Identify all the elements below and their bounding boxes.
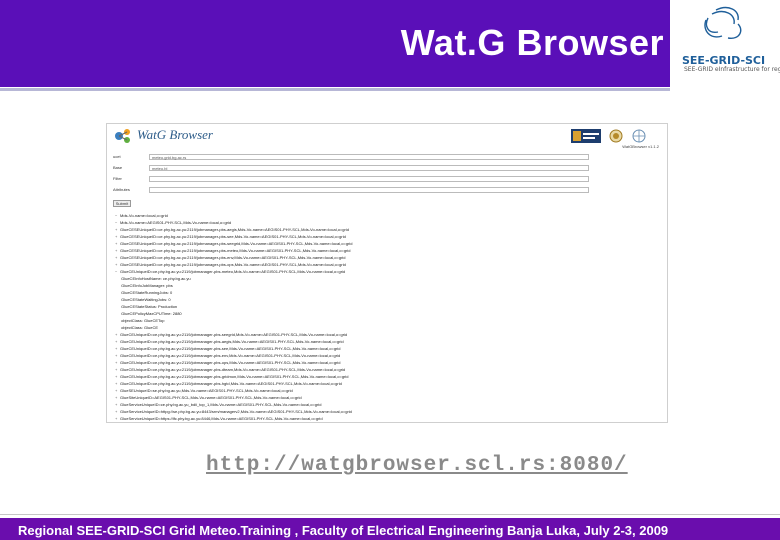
tree-node-label: GlueServiceUniqueID=https://lfc.phy.bg.a… (120, 416, 323, 421)
tree-node[interactable]: + GlueCEUniqueID=ce.phy.bg.ac.yu:2119/job… (115, 338, 660, 345)
tree-node[interactable]: GlueCEInfoHostName: ce.phy.bg.ac.yu (115, 275, 660, 282)
app-logo (113, 127, 133, 150)
tree-node[interactable]: + GlueCESEUniqueID=ce.phy.bg.ac.yu:2119/j… (115, 254, 660, 261)
tree-node-label: GlueCESEUniqueID=ce.phy.bg.ac.yu:2119/jo… (120, 234, 346, 239)
ucet-label: ucet (113, 154, 121, 159)
tree-node[interactable]: GlueCEStateStatus: Production (115, 303, 660, 310)
tree-node-label: GlueServiceUniqueID=ce.phy.bg.ac.yu_bdii… (120, 402, 322, 407)
logo-subtitle: SEE-GRID eInfrastructure for regional eS… (684, 66, 780, 73)
tree-node-label: objectClass: GlueCE (120, 325, 159, 330)
tree-node-label: GlueCEUniqueID=ce.phy.bg.ac.yu:2119/jobm… (120, 381, 342, 386)
banner-divider (0, 88, 670, 91)
tree-node[interactable]: + GlueCEUniqueID=ce.phy.bg.ac.yu:2119/job… (115, 380, 660, 387)
molecule-icon (115, 129, 130, 143)
footer-divider (0, 514, 780, 515)
tree-node-label: GlueCEStateWaitingJobs: 0 (120, 297, 171, 302)
tree-node[interactable]: GlueCEStateWaitingJobs: 0 (115, 296, 660, 303)
watg-url-link[interactable]: http://watgbrowser.scl.rs:8080/ (206, 454, 628, 477)
tree-node-label: GlueSiteUniqueID=AEGIS01-PHY-SCL,Mds-Vo-… (120, 395, 302, 400)
tree-node-label: GlueCESEUniqueID=ce.phy.bg.ac.yu:2119/jo… (120, 248, 351, 253)
tree-node-label: GlueCEStateStatus: Production (120, 304, 178, 309)
tree-node[interactable]: + GlueSEUniqueID=se.phy.bg.ac.yu,Mds-Vo-n… (115, 387, 660, 394)
tree-node[interactable]: − Mds-Vo-name=AEGIS01-PHY-SCL,Mds-Vo-name… (115, 219, 660, 226)
tree-node[interactable]: + GlueServiceUniqueID=https://lfc.phy.bg.… (115, 415, 660, 422)
tree-node-label: Mds-Vo-name=local,o=grid (120, 213, 168, 218)
tree-node[interactable]: + GlueCESEUniqueID=ce.phy.bg.ac.yu:2119/j… (115, 226, 660, 233)
tree-node[interactable]: − GlueCEUniqueID=ce.phy.bg.ac.yu:2119/job… (115, 268, 660, 275)
filter-label: Filter (113, 176, 122, 181)
ucet-input[interactable]: meteo.grid.bg.ac.rs (149, 154, 589, 160)
tree-node[interactable]: + GlueCESEUniqueID=ce.phy.bg.ac.yu:2119/j… (115, 247, 660, 254)
expand-icon[interactable]: + (115, 422, 120, 423)
tree-node[interactable]: +GlueServiceUniqueID=httpg://wms.phy.bg.… (115, 422, 660, 423)
tree-node[interactable]: + GlueCEUniqueID=ce.phy.bg.ac.yu:2119/job… (115, 345, 660, 352)
tree-node-label: objectClass: GlueCETop (120, 318, 165, 323)
tree-node[interactable]: + GlueServiceUniqueID=ce.phy.bg.ac.yu_bdi… (115, 401, 660, 408)
tree-node-label: GlueSEUniqueID=se.phy.bg.ac.yu,Mds-Vo-na… (120, 388, 293, 393)
app-header: WatG Browser WatGBrowser v1.1.2 (107, 124, 667, 150)
attributes-input[interactable] (149, 187, 589, 193)
base-input[interactable]: meteo.bl (149, 165, 589, 171)
app-screenshot: WatG Browser WatGBrowser v1.1.2 ucet met… (106, 123, 668, 423)
grid-globe-icon (632, 129, 646, 143)
tree-node-label: GlueCEUniqueID=ce.phy.bg.ac.yu:2119/jobm… (120, 339, 344, 344)
tree-node[interactable]: + GlueCEUniqueID=ce.phy.bg.ac.yu:2119/job… (115, 359, 660, 366)
institute-logo-icon (571, 129, 601, 143)
filter-input[interactable] (149, 176, 589, 182)
attributes-label: Attributes (113, 187, 130, 192)
tree-node-label: GlueCEInfoHostName: ce.phy.bg.ac.yu (120, 276, 191, 281)
tree-node[interactable]: + GlueServiceUniqueID=httpg://se.phy.bg.a… (115, 408, 660, 415)
base-label: Base (113, 165, 123, 170)
tree-node-label: GlueCEUniqueID=ce.phy.bg.ac.yu:2119/jobm… (120, 269, 346, 274)
tree-node-label: GlueCEUniqueID=ce.phy.bg.ac.yu:2119/jobm… (120, 353, 341, 358)
seal-icon (609, 129, 623, 143)
tree-node-label: GlueCEUniqueID=ce.phy.bg.ac.yu:2119/jobm… (120, 360, 341, 365)
tree-node[interactable]: objectClass: GlueCETop (115, 317, 660, 324)
app-title: WatG Browser (137, 127, 213, 142)
tree-node-label: GlueCESEUniqueID=ce.phy.bg.ac.yu:2119/jo… (120, 262, 346, 267)
tree-node-label: GlueCEPolicyMaxCPUTime: 2880 (120, 311, 182, 316)
partner-logo (571, 129, 601, 143)
tree-node-label: GlueCESEUniqueID=ce.phy.bg.ac.yu:2119/jo… (120, 241, 353, 246)
tree-node-label: GlueCESEUniqueID=ce.phy.bg.ac.yu:2119/jo… (120, 255, 346, 260)
tree-node[interactable]: + GlueCEUniqueID=ce.phy.bg.ac.yu:2119/job… (115, 352, 660, 359)
tree-node[interactable]: + GlueCEUniqueID=ce.phy.bg.ac.yu:2119/job… (115, 373, 660, 380)
tree-node-label: Mds-Vo-name=AEGIS01-PHY-SCL,Mds-Vo-name=… (120, 220, 232, 225)
submit-button[interactable]: Submit (113, 200, 131, 207)
tree-node[interactable]: GlueCEInfoJobManager: pbs (115, 282, 660, 289)
tree-node-label: GlueServiceUniqueID=httpg://se.phy.bg.ac… (120, 409, 352, 414)
tree-node[interactable]: − Mds-Vo-name=local,o=grid (115, 212, 660, 219)
slide-title: Wat.G Browser (400, 22, 664, 63)
tree-node[interactable]: + GlueSiteUniqueID=AEGIS01-PHY-SCL,Mds-Vo… (115, 394, 660, 401)
grid-logo (631, 129, 647, 143)
tree-node-label: GlueCEUniqueID=ce.phy.bg.ac.yu:2119/jobm… (120, 374, 349, 379)
tree-node[interactable]: GlueCEStateRunningJobs: 0 (115, 289, 660, 296)
footer-text: Regional SEE-GRID-SCI Grid Meteo.Trainin… (18, 523, 669, 538)
tree-node[interactable]: + GlueCEUniqueID=ce.phy.bg.ac.yu:2119/job… (115, 366, 660, 373)
tree-node-label: GlueCEUniqueID=ce.phy.bg.ac.yu:2119/jobm… (120, 346, 341, 351)
tree-node[interactable]: + GlueCESEUniqueID=ce.phy.bg.ac.yu:2119/j… (115, 261, 660, 268)
tree-node-label: GlueCEStateRunningJobs: 0 (120, 290, 173, 295)
tree-node[interactable]: + GlueCESEUniqueID=ce.phy.bg.ac.yu:2119/j… (115, 240, 660, 247)
tree-node[interactable]: GlueCEPolicyMaxCPUTime: 2880 (115, 310, 660, 317)
tree-node-label: GlueCEUniqueID=ce.phy.bg.ac.yu:2119/jobm… (120, 367, 346, 372)
ldap-tree: − Mds-Vo-name=local,o=grid − Mds-Vo-name=AE… (115, 212, 660, 423)
tree-node[interactable]: + GlueCESEUniqueID=ce.phy.bg.ac.yu:2119/j… (115, 233, 660, 240)
version-label: WatGBrowser v1.1.2 (622, 144, 659, 149)
tree-node-label: GlueCESEUniqueID=ce.phy.bg.ac.yu:2119/jo… (120, 227, 349, 232)
tree-node[interactable]: + GlueCEUniqueID=ce.phy.bg.ac.yu:2119/job… (115, 331, 660, 338)
university-seal (609, 129, 623, 143)
tree-node-label: GlueCEInfoJobManager: pbs (120, 283, 173, 288)
tree-node-label: GlueCEUniqueID=ce.phy.bg.ac.yu:2119/jobm… (120, 332, 348, 337)
tree-node[interactable]: objectClass: GlueCE (115, 324, 660, 331)
